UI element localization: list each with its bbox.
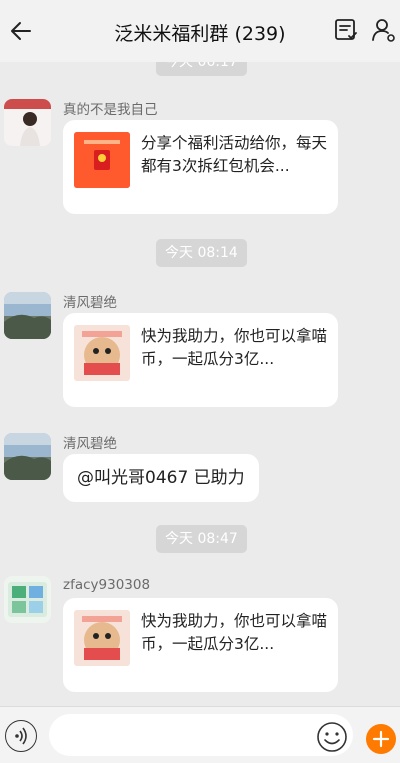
timestamp-pill: 今天 08:47 [156, 525, 247, 553]
plus-icon[interactable] [366, 724, 396, 754]
card-thumbnail [74, 325, 130, 381]
sender-name: 真的不是我自己 [63, 102, 158, 118]
avatar[interactable] [4, 433, 51, 480]
timestamp-text: 今天 08:14 [165, 245, 238, 261]
message-input-bar [0, 706, 400, 763]
group-info-icon[interactable] [332, 16, 360, 44]
avatar[interactable] [4, 99, 51, 146]
text-message-bubble[interactable]: @叫光哥0467 已助力 [63, 454, 259, 502]
message-input[interactable] [49, 714, 353, 756]
sender-name: 清风碧绝 [63, 436, 117, 452]
voice-icon[interactable] [5, 720, 37, 752]
avatar[interactable] [4, 576, 51, 623]
card-text: 分享个福利活动给你，每天都有3次拆红包机会... [141, 134, 328, 175]
timestamp-text: 今天 08:47 [165, 531, 238, 547]
timestamp-pill: 今天 08:14 [156, 239, 247, 267]
emoji-icon[interactable] [316, 721, 348, 753]
card-thumbnail [74, 610, 130, 666]
avatar[interactable] [4, 292, 51, 339]
share-card-message[interactable]: 分享个福利活动给你，每天都有3次拆红包机会... [63, 120, 338, 214]
top-navigation-bar: 泛米米福利群 (239) [0, 0, 400, 62]
card-text: 快为我助力，你也可以拿喵币，一起瓜分3亿... [141, 612, 328, 653]
sender-name: 清风碧绝 [63, 295, 117, 311]
card-thumbnail [74, 132, 130, 188]
back-arrow-icon[interactable] [8, 17, 36, 45]
chat-area[interactable]: 今天 06:17 真的不是我自己 分享个福利活动给你，每天都有3次拆红包机会..… [0, 0, 400, 706]
sender-name: zfacy930308 [63, 577, 151, 593]
share-card-message[interactable]: 快为我助力，你也可以拿喵币，一起瓜分3亿... [63, 598, 338, 692]
card-text: 快为我助力，你也可以拿喵币，一起瓜分3亿... [141, 327, 328, 368]
user-settings-icon[interactable] [370, 16, 398, 44]
share-card-message[interactable]: 快为我助力，你也可以拿喵币，一起瓜分3亿... [63, 313, 338, 407]
